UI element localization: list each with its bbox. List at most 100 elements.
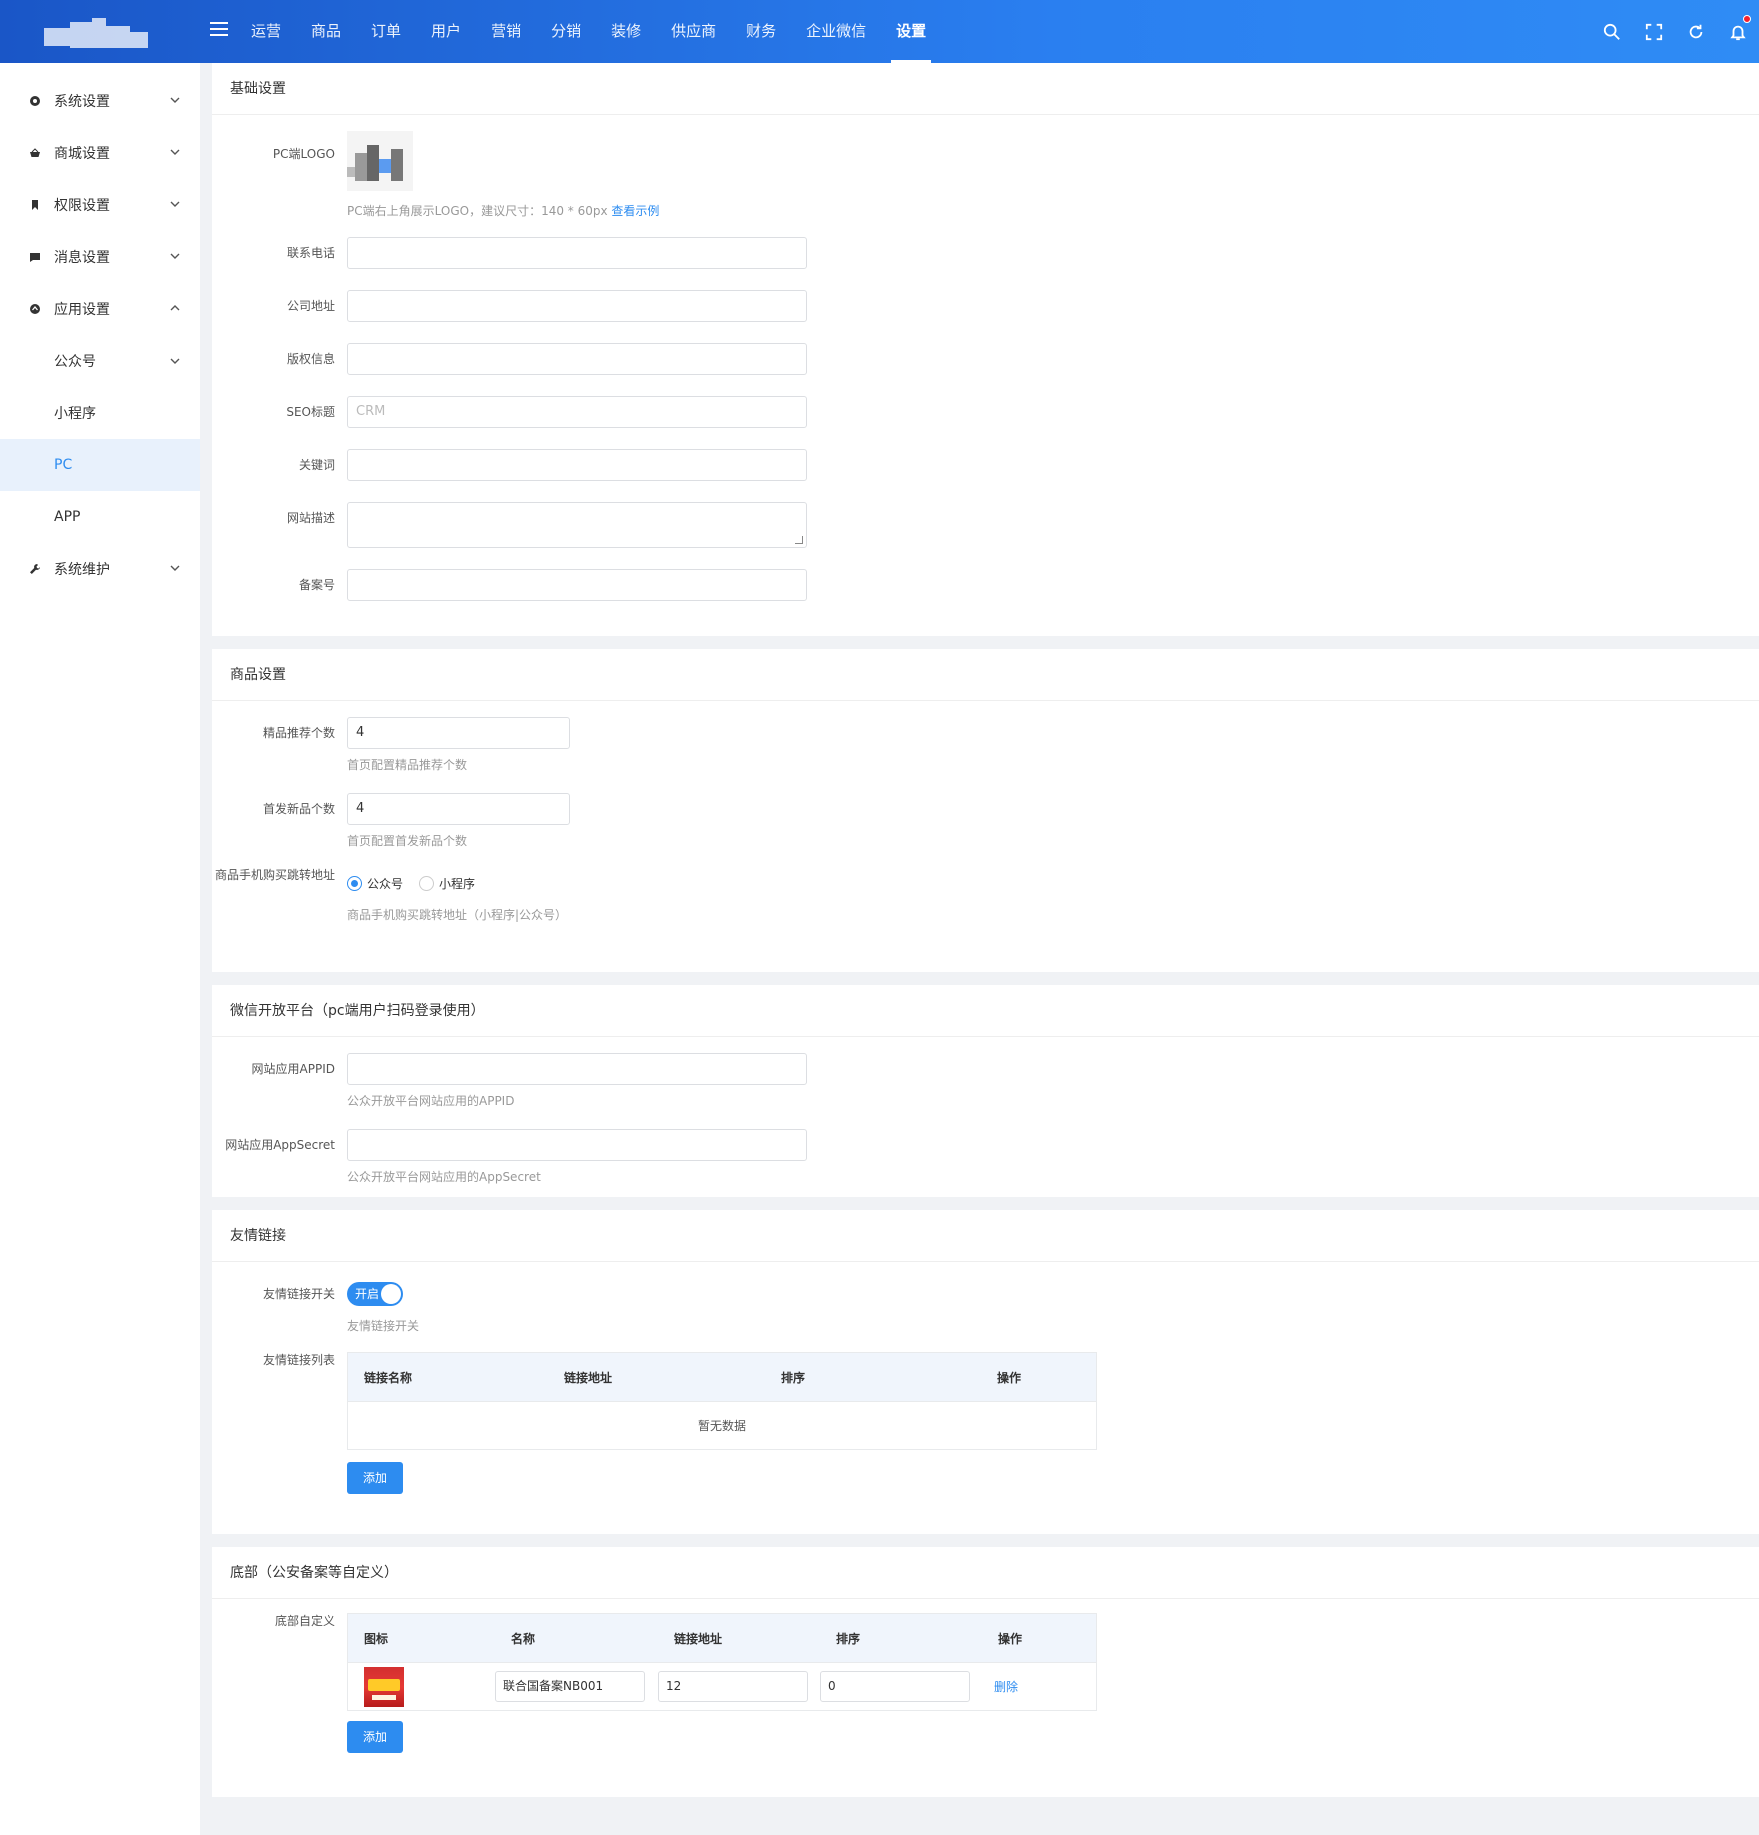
form-row-address: 公司地址	[212, 290, 1759, 322]
refresh-icon[interactable]	[1675, 0, 1717, 63]
column-header: 名称	[511, 1631, 536, 1646]
sidebar-sub-item-official-account[interactable]: 公众号	[0, 335, 200, 387]
sidebar-sub-item-mini-program[interactable]: 小程序	[0, 387, 200, 439]
column-header: 排序	[781, 1370, 806, 1385]
form-row-mobile-jump: 商品手机购买跳转地址 公众号 小程序 商品手机购买跳转地址（小程序|公众号）	[212, 867, 1759, 923]
form-row-appsecret: 网站应用AppSecret 公众开放平台网站应用的AppSecret	[212, 1129, 1759, 1185]
nav-item-1[interactable]: 商品	[296, 0, 356, 63]
sidebar-sub-item-pc[interactable]: PC	[0, 439, 200, 491]
column-header: 链接名称	[364, 1370, 413, 1385]
recommend-count-input[interactable]: 4	[347, 717, 570, 749]
sidebar-item-label: 系统设置	[54, 94, 110, 110]
notification-bell-icon[interactable]	[1717, 0, 1759, 63]
switch-knob	[381, 1284, 401, 1304]
sidebar-sub-label: 小程序	[54, 406, 96, 422]
brand-logo[interactable]	[40, 12, 150, 56]
form-row-description: 网站描述	[212, 502, 1759, 548]
notification-badge	[1743, 15, 1751, 23]
wechat-open-card: 微信开放平台（pc端用户扫码登录使用） 网站应用APPID 公众开放平台网站应用…	[212, 985, 1759, 1197]
sidebar: 系统设置 商城设置 权限设置 消息设置 应用设置 公众号 小程序 PC APP …	[0, 63, 200, 1835]
nav-item-3[interactable]: 用户	[416, 0, 476, 63]
sidebar-item-system-settings[interactable]: 系统设置	[0, 75, 200, 127]
table-header: 链接名称 链接地址 排序 操作	[348, 1353, 1096, 1401]
table-header: 图标 名称 链接地址 排序 操作	[348, 1614, 1096, 1662]
seo-title-input[interactable]: CRM	[347, 396, 807, 428]
footer-name-input[interactable]: 联合国备案NB001	[495, 1671, 645, 1702]
appid-input[interactable]	[347, 1053, 807, 1085]
footer-url-input[interactable]: 12	[658, 1671, 808, 1702]
chevron-down-icon	[170, 253, 180, 259]
links-toggle-switch[interactable]: 开启	[347, 1282, 403, 1306]
radio-official-account[interactable]: 公众号	[347, 875, 403, 892]
footer-row-image[interactable]	[364, 1666, 404, 1707]
form-label: 备案号	[298, 578, 335, 592]
section-title: 底部（公安备案等自定义）	[212, 1547, 1759, 1599]
search-icon[interactable]	[1591, 0, 1633, 63]
footer-custom-card: 底部（公安备案等自定义） 底部自定义 图标 名称 链接地址 排序 操作 联合国备…	[212, 1547, 1759, 1797]
new-count-input[interactable]: 4	[347, 793, 570, 825]
nav-item-5[interactable]: 分销	[536, 0, 596, 63]
view-example-link[interactable]: 查看示例	[611, 204, 659, 218]
phone-input[interactable]	[347, 237, 807, 269]
copyright-input[interactable]	[347, 343, 807, 375]
nav-item-6[interactable]: 装修	[596, 0, 656, 63]
radio-mini-program[interactable]: 小程序	[419, 875, 475, 892]
bookmark-icon	[28, 198, 42, 212]
menu-toggle-icon[interactable]	[210, 22, 228, 38]
icp-input[interactable]	[347, 569, 807, 601]
form-label: 首发新品个数	[262, 802, 335, 816]
sidebar-item-system-maintenance[interactable]: 系统维护	[0, 543, 200, 595]
chevron-up-icon	[170, 305, 180, 311]
nav-item-7[interactable]: 供应商	[656, 0, 731, 63]
logo-help-text: PC端右上角展示LOGO，建议尺寸：140 * 60px	[347, 204, 608, 218]
form-label: 友情链接开关	[262, 1287, 335, 1301]
sidebar-item-label: 消息设置	[54, 250, 110, 266]
nav-item-8[interactable]: 财务	[731, 0, 791, 63]
column-header: 链接地址	[674, 1631, 723, 1646]
help-text: 首页配置精品推荐个数	[347, 758, 468, 772]
keywords-input[interactable]	[347, 449, 807, 481]
jump-radio-group: 公众号 小程序	[347, 867, 567, 899]
section-title: 微信开放平台（pc端用户扫码登录使用）	[212, 985, 1759, 1037]
section-title: 友情链接	[212, 1210, 1759, 1262]
footer-sort-input[interactable]: 0	[820, 1671, 970, 1702]
sidebar-item-permission-settings[interactable]: 权限设置	[0, 179, 200, 231]
form-label: 公司地址	[286, 299, 335, 313]
header-tools	[1591, 0, 1759, 63]
address-input[interactable]	[347, 290, 807, 322]
chevron-down-icon	[170, 97, 180, 103]
delete-link[interactable]: 删除	[994, 1680, 1018, 1694]
nav-item-0[interactable]: 运营	[236, 0, 296, 63]
form-row-icp: 备案号	[212, 569, 1759, 601]
fullscreen-icon[interactable]	[1633, 0, 1675, 63]
description-textarea[interactable]	[347, 502, 807, 548]
sidebar-item-label: 权限设置	[54, 198, 110, 214]
wrench-icon	[28, 562, 42, 576]
sidebar-item-label: 商城设置	[54, 146, 110, 162]
add-footer-button[interactable]: 添加	[347, 1721, 403, 1753]
sidebar-sub-item-app[interactable]: APP	[0, 491, 200, 543]
form-label: 网站应用APPID	[251, 1062, 335, 1076]
nav-item-2[interactable]: 订单	[356, 0, 416, 63]
sidebar-item-message-settings[interactable]: 消息设置	[0, 231, 200, 283]
basic-settings-card: 基础设置 PC端LOGO PC端右上角展示LOGO，建议尺寸：140 * 60p…	[212, 63, 1759, 636]
form-row-logo: PC端LOGO PC端右上角展示LOGO，建议尺寸：140 * 60px 查看示…	[212, 131, 1759, 219]
column-header: 操作	[998, 1631, 1023, 1646]
sidebar-sub-label: 公众号	[54, 354, 96, 370]
appsecret-input[interactable]	[347, 1129, 807, 1161]
logo-upload[interactable]	[347, 131, 413, 191]
form-label: 网站应用AppSecret	[225, 1138, 335, 1152]
section-title: 基础设置	[212, 63, 1759, 115]
nav-item-4[interactable]: 营销	[476, 0, 536, 63]
nav-item-9[interactable]: 企业微信	[791, 0, 881, 63]
help-text: 友情链接开关	[347, 1319, 420, 1333]
nav-item-10[interactable]: 设置	[881, 0, 941, 63]
form-row-new-count: 首发新品个数 4 首页配置首发新品个数	[212, 793, 1759, 849]
message-icon	[28, 250, 42, 264]
sidebar-item-shop-settings[interactable]: 商城设置	[0, 127, 200, 179]
radio-label: 公众号	[367, 876, 404, 891]
radio-checked-icon	[347, 875, 362, 891]
goods-settings-card: 商品设置 精品推荐个数 4 首页配置精品推荐个数 首发新品个数 4 首页配置首发…	[212, 649, 1759, 972]
add-link-button[interactable]: 添加	[347, 1462, 403, 1494]
sidebar-item-app-settings[interactable]: 应用设置	[0, 283, 200, 335]
